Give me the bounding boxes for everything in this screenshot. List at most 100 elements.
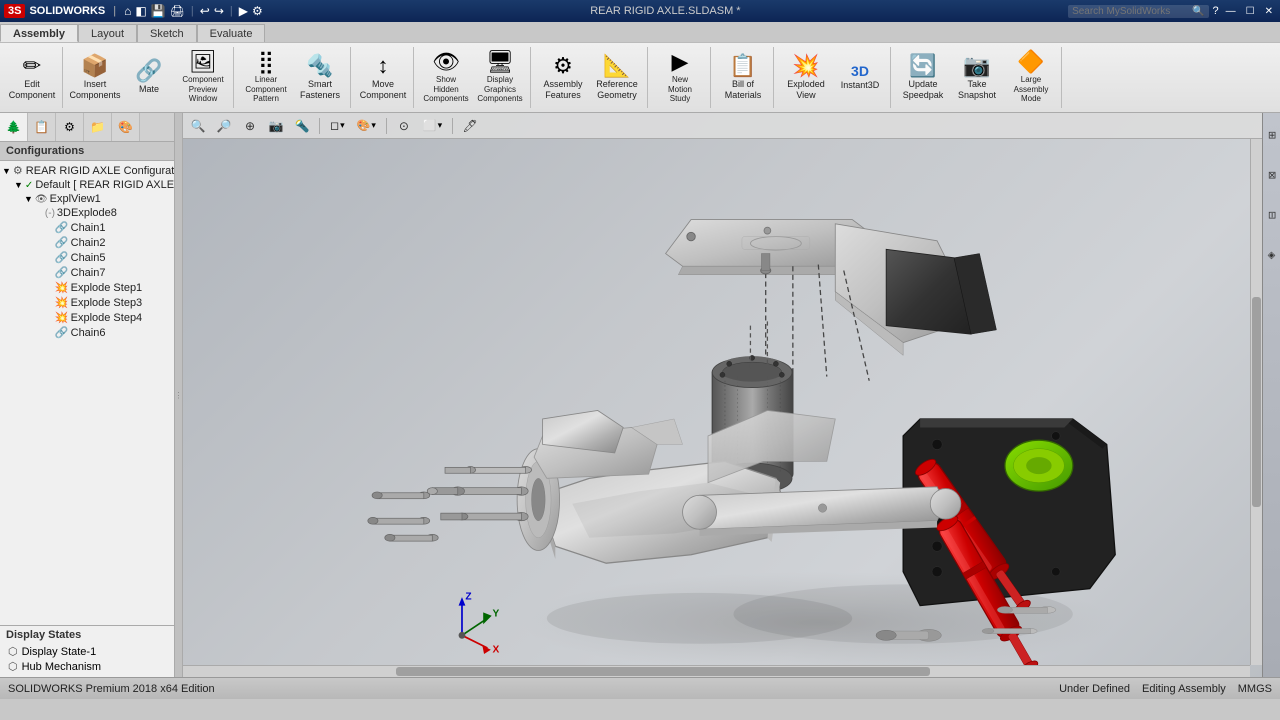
component-preview-button[interactable]: 🖼 ComponentPreviewWindow xyxy=(177,49,229,107)
sketch-button[interactable]: 🖊 xyxy=(459,116,481,136)
solidworks-edition: SOLIDWORKS Premium 2018 x64 Edition xyxy=(8,683,215,695)
tab-sketch[interactable]: Sketch xyxy=(137,24,197,42)
tree-item-explodestep1[interactable]: ▶ 💥 Explode Step1 xyxy=(0,280,174,295)
minimize-button[interactable]: — xyxy=(1223,6,1239,17)
large-assembly-mode-button[interactable]: 🔶 LargeAssemblyMode xyxy=(1005,49,1057,107)
viewport[interactable]: 🔍 🔎 ⊕ 📷 🔦 ◻ ▾ 🎨 ▾ ⊙ ⬜ ▾ 🖊 xyxy=(183,113,1262,677)
tree-icon-chain1: 🔗 xyxy=(55,221,69,234)
tree-item-chain2[interactable]: ▶ 🔗 Chain2 xyxy=(0,235,174,250)
exploded-view-button[interactable]: 💥 ExplodedView xyxy=(780,49,832,107)
vertical-scrollbar[interactable] xyxy=(1250,139,1262,665)
tree-item-3dexplode8[interactable]: ▶ (-) 3DExplode8 xyxy=(0,206,174,220)
scene-dropdown[interactable]: 🎨 ▾ xyxy=(353,117,380,134)
tree-item-chain5[interactable]: ▶ 🔗 Chain5 xyxy=(0,250,174,265)
view-camera-button[interactable]: 📷 xyxy=(265,116,287,136)
view-dropdown[interactable]: ⬜ ▾ xyxy=(419,117,446,134)
tab-evaluate[interactable]: Evaluate xyxy=(197,24,266,42)
update-speedpak-button[interactable]: 🔄 UpdateSpeedpak xyxy=(897,49,949,107)
instant3d-button[interactable]: 3D Instant3D xyxy=(834,49,886,107)
qat-redo[interactable]: ↪ xyxy=(214,4,224,18)
mate-button[interactable]: 🔗 Mate xyxy=(123,49,175,107)
sw-panel-btn-1[interactable]: ⊞ xyxy=(1264,115,1280,155)
sw-panel-btn-4[interactable]: ◈ xyxy=(1264,235,1280,275)
display-graphics-components-button[interactable]: 🖥 DisplayGraphicsComponents xyxy=(474,49,526,107)
tree-label-step1: Explode Step1 xyxy=(71,282,143,294)
tree-label-3dexplode8: 3DExplode8 xyxy=(57,207,117,219)
bill-of-materials-button[interactable]: 📋 Bill ofMaterials xyxy=(717,49,769,107)
tree-item-explodestep3[interactable]: ▶ 💥 Explode Step3 xyxy=(0,295,174,310)
scene-icon: 🎨 xyxy=(357,119,371,132)
panel-tab-settings[interactable]: ⚙ xyxy=(56,113,84,141)
tree-label-chain5: Chain5 xyxy=(71,252,106,264)
assembly-features-button[interactable]: ⚙ AssemblyFeatures xyxy=(537,49,589,107)
zoom-to-fit-button[interactable]: 🔍 xyxy=(187,116,209,136)
tree-label-chain1: Chain1 xyxy=(71,222,106,234)
tree-label-explview1: ExplView1 xyxy=(50,193,101,205)
qat-run[interactable]: ▶ xyxy=(239,4,248,18)
insert-components-button[interactable]: 📦 InsertComponents xyxy=(69,49,121,107)
vertical-scrollbar-thumb[interactable] xyxy=(1252,297,1261,507)
tree-label-default: Default [ REAR RIGID AXLE ] xyxy=(35,179,174,191)
section-view-button[interactable]: ⊙ xyxy=(393,116,415,136)
tree-icon-step3: 💥 xyxy=(55,296,69,309)
tree-item-default[interactable]: ▼ ✓ Default [ REAR RIGID AXLE ] xyxy=(0,178,174,192)
tree-arrow-explview1[interactable]: ▼ xyxy=(24,194,33,204)
viewport-toolbar: 🔍 🔎 ⊕ 📷 🔦 ◻ ▾ 🎨 ▾ ⊙ ⬜ ▾ 🖊 xyxy=(183,113,1262,139)
move-component-button[interactable]: ↕ MoveComponent xyxy=(357,49,409,107)
search-input[interactable] xyxy=(1072,6,1192,17)
tree-item-explview1[interactable]: ▼ 👁 ExplView1 xyxy=(0,192,174,206)
reference-geometry-button[interactable]: 📐 ReferenceGeometry xyxy=(591,49,643,107)
qat-settings[interactable]: ⚙ xyxy=(252,4,263,18)
panel-resize-handle[interactable]: ⋮ xyxy=(175,113,183,677)
panel-tab-features[interactable]: 🌲 xyxy=(0,113,28,141)
svg-text:X: X xyxy=(493,644,500,655)
tree-item-explodestep4[interactable]: ▶ 💥 Explode Step4 xyxy=(0,310,174,325)
take-snapshot-button[interactable]: 📷 TakeSnapshot xyxy=(951,49,1003,107)
qat-print[interactable]: 🖨 xyxy=(170,4,185,18)
qat-save[interactable]: 💾 xyxy=(151,4,166,18)
qat-undo[interactable]: ↩ xyxy=(200,4,210,18)
view-icon: ⬜ xyxy=(423,119,437,132)
tree-item-chain6[interactable]: ▶ 🔗 Chain6 xyxy=(0,325,174,340)
sw-panel-btn-3[interactable]: ⊟ xyxy=(1264,195,1280,235)
display-style-dropdown[interactable]: ◻ ▾ xyxy=(326,117,349,134)
view-orient-button[interactable]: ⊕ xyxy=(239,116,261,136)
horizontal-scrollbar-thumb[interactable] xyxy=(396,667,930,676)
tree-item-chain1[interactable]: ▶ 🔗 Chain1 xyxy=(0,220,174,235)
horizontal-scrollbar[interactable] xyxy=(183,665,1250,677)
qat-new[interactable]: ◧ xyxy=(135,4,146,18)
lighting-button[interactable]: 🔦 xyxy=(291,116,313,136)
close-button[interactable]: ✕ xyxy=(1262,6,1276,17)
tree-icon-step4: 💥 xyxy=(55,311,69,324)
panel-tab-files[interactable]: 📁 xyxy=(84,113,112,141)
tab-layout[interactable]: Layout xyxy=(78,24,137,42)
maximize-button[interactable]: ☐ xyxy=(1243,6,1258,17)
tree-icon-chain6: 🔗 xyxy=(55,326,69,339)
tree-arrow-root[interactable]: ▼ xyxy=(2,166,11,176)
tree-label-chain2: Chain2 xyxy=(71,237,106,249)
display-state-hub-mechanism[interactable]: ⬡ Hub Mechanism xyxy=(6,659,168,674)
sw-right-panel: ⊞ ⊠ ⊟ ◈ xyxy=(1262,113,1280,677)
new-motion-study-button[interactable]: ▶ NewMotionStudy xyxy=(654,49,706,107)
edit-component-button[interactable]: ✏ EditComponent xyxy=(6,49,58,107)
display-style-icon: ◻ xyxy=(330,119,339,132)
tree-arrow-default[interactable]: ▼ xyxy=(14,180,23,190)
left-panel: 🌲 📋 ⚙ 📁 🎨 Configurations ▼ ⚙ REAR RIGID … xyxy=(0,113,175,677)
smart-fasteners-button[interactable]: 🔩 SmartFasteners xyxy=(294,49,346,107)
tree-label-step3: Explode Step3 xyxy=(71,297,143,309)
display-state-hub-icon: ⬡ xyxy=(8,660,18,673)
display-state-1[interactable]: ⬡ Display State-1 xyxy=(6,644,168,659)
qat-home[interactable]: ⌂ xyxy=(124,4,131,18)
tree-item-root[interactable]: ▼ ⚙ REAR RIGID AXLE Configuration(s) xyxy=(0,163,174,178)
statusbar-right: Under Defined Editing Assembly MMGS xyxy=(1059,683,1272,695)
help-icon[interactable]: ? xyxy=(1213,5,1219,17)
tab-assembly[interactable]: Assembly xyxy=(0,24,78,42)
sw-panel-btn-2[interactable]: ⊠ xyxy=(1264,155,1280,195)
panel-tab-display[interactable]: 🎨 xyxy=(112,113,140,141)
panel-tab-properties[interactable]: 📋 xyxy=(28,113,56,141)
zoom-button[interactable]: 🔎 xyxy=(213,116,235,136)
show-hidden-components-button[interactable]: 👁 ShowHiddenComponents xyxy=(420,49,472,107)
ribbon-group-pattern: ⣿ Linear ComponentPattern 🔩 SmartFastene… xyxy=(236,47,351,108)
linear-component-pattern-button[interactable]: ⣿ Linear ComponentPattern xyxy=(240,49,292,107)
tree-item-chain7[interactable]: ▶ 🔗 Chain7 xyxy=(0,265,174,280)
